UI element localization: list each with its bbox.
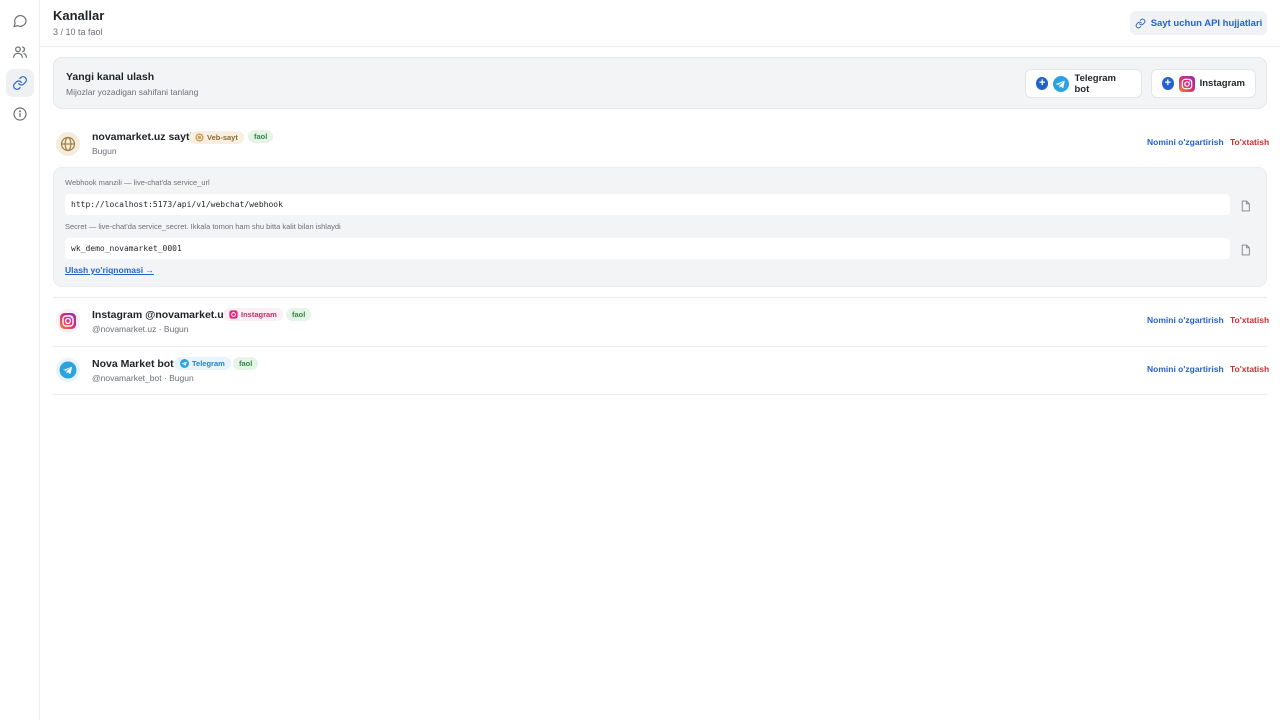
copy-secret-button[interactable] <box>1240 243 1252 257</box>
channel-type-badge: Telegram <box>174 357 231 370</box>
main-content: Kanallar 3 / 10 ta faol Sayt uchun API h… <box>40 0 1280 720</box>
channel-name: Instagram @novamarket.uz <box>92 309 229 321</box>
webhook-url-field[interactable]: http://localhost:5173/api/v1/webchat/web… <box>65 194 1230 215</box>
channel-row-website: novamarket.uz sayti Veb-sayt faol Bugun … <box>53 128 1269 164</box>
channel-type-badge: Veb-sayt <box>189 131 244 144</box>
status-badge: faol <box>233 357 259 370</box>
sidebar-item-info[interactable] <box>6 100 34 128</box>
rename-button[interactable]: Nomini o'zgartirish <box>1147 364 1224 374</box>
webhook-settings-card: Webhook manzili — live-chat'da service_u… <box>53 167 1267 287</box>
channel-row-telegram: Nova Market bot Telegram faol @novamarke… <box>53 355 1269 391</box>
connection-guide-link[interactable]: Ulash yo'riqnomasi → <box>65 265 154 275</box>
globe-icon <box>195 133 204 142</box>
active-channels-count: 3 / 10 ta faol <box>53 27 103 37</box>
telegram-bot-label: Telegram bot <box>1074 72 1117 95</box>
globe-icon <box>56 132 80 156</box>
connect-telegram-button[interactable]: + Telegram bot <box>1025 69 1142 98</box>
stop-button[interactable]: To'xtatish <box>1230 364 1269 374</box>
instagram-icon <box>229 310 238 319</box>
connect-instagram-button[interactable]: + Instagram <box>1151 69 1256 98</box>
channel-name: Nova Market bot <box>92 358 174 370</box>
status-badge: faol <box>248 130 274 143</box>
new-channel-title: Yangi kanal ulash <box>66 71 155 83</box>
rename-button[interactable]: Nomini o'zgartirish <box>1147 315 1224 325</box>
divider <box>53 394 1267 395</box>
secret-field[interactable]: wk_demo_novamarket_0001 <box>65 238 1230 259</box>
webhook-url-label: Webhook manzili — live-chat'da service_u… <box>65 178 210 187</box>
status-badge: faol <box>286 308 312 321</box>
channel-meta: @novamarket.uz · Bugun <box>92 324 189 334</box>
telegram-icon <box>56 358 80 382</box>
telegram-icon <box>1053 75 1070 92</box>
api-docs-button[interactable]: Sayt uchun API hujjatlari <box>1130 11 1267 35</box>
new-channel-card: Yangi kanal ulash Mijozlar yozadigan sah… <box>53 57 1267 109</box>
copy-icon <box>1241 244 1250 256</box>
link-icon <box>1135 18 1145 28</box>
users-icon <box>13 46 27 58</box>
sidebar-item-chats[interactable] <box>6 7 34 35</box>
channel-row-instagram: Instagram @novamarket.uz Instagram faol … <box>53 306 1269 342</box>
instagram-icon <box>1178 75 1195 92</box>
sidebar-item-users[interactable] <box>6 38 34 66</box>
page-title: Kanallar <box>53 8 105 23</box>
sidebar <box>0 0 40 720</box>
channel-meta: Bugun <box>92 146 117 156</box>
copy-url-button[interactable] <box>1240 199 1252 213</box>
divider <box>53 297 1267 298</box>
instagram-icon <box>56 309 80 333</box>
plus-icon: + <box>1036 77 1049 90</box>
channel-name: novamarket.uz sayti <box>92 131 193 143</box>
rename-button[interactable]: Nomini o'zgartirish <box>1147 137 1224 147</box>
stop-button[interactable]: To'xtatish <box>1230 137 1269 147</box>
divider <box>53 346 1267 347</box>
sidebar-item-channels[interactable] <box>6 69 34 97</box>
copy-icon <box>1241 200 1250 212</box>
page-header: Kanallar 3 / 10 ta faol Sayt uchun API h… <box>40 0 1280 47</box>
channel-type-badge: Instagram <box>223 308 283 321</box>
instagram-label: Instagram <box>1199 78 1245 89</box>
new-channel-subtitle: Mijozlar yozadigan sahifani tanlang <box>66 87 199 97</box>
channel-meta: @novamarket_bot · Bugun <box>92 373 194 383</box>
api-docs-label: Sayt uchun API hujjatlari <box>1150 17 1263 29</box>
plus-icon: + <box>1162 77 1174 90</box>
link-icon <box>13 76 27 90</box>
chat-icon <box>13 15 27 28</box>
telegram-icon <box>180 359 189 368</box>
info-icon <box>13 107 27 121</box>
secret-label: Secret — live-chat'da service_secret. Ik… <box>65 222 341 231</box>
stop-button[interactable]: To'xtatish <box>1230 315 1269 325</box>
